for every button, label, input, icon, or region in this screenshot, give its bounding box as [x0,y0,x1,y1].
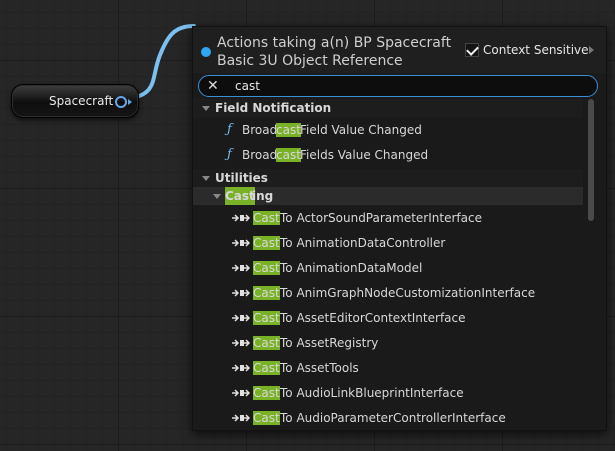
action-list: Field Notification ƒ Broad cast Field Value… [193,99,606,429]
list-item[interactable]: Cast To AssetTools [193,357,583,379]
list-item[interactable]: Cast To AnimationDataModel [193,257,583,279]
list-item[interactable]: ƒ Broad cast Fields Value Changed [193,144,583,166]
cast-node-icon [232,364,251,372]
cast-node-icon [232,214,251,222]
item-label: To AudioLinkBlueprintInterface [280,386,464,400]
subcategory-label: ing [252,189,274,203]
search-highlight: Cast [253,211,280,225]
menu-title-line-1: Actions taking a(n) BP Spacecraft [217,35,452,51]
expand-arrow-icon[interactable] [589,46,594,54]
menu-title-line-2: Basic 3U Object Reference [217,53,403,69]
action-menu: Actions taking a(n) BP Spacecraft Basic … [192,26,607,431]
collapse-arrow-icon[interactable] [213,194,221,199]
list-item[interactable]: Cast To AudioLinkBlueprintInterface [193,382,583,404]
item-label: To AnimationDataController [280,236,446,250]
cast-node-icon [232,289,251,297]
list-item[interactable]: Cast To AnimGraphNodeCustomizationInterf… [193,282,583,304]
item-label: To ActorSoundParameterInterface [280,211,482,225]
clear-search-icon[interactable]: ✕ [207,78,219,94]
search-highlight: cast [276,148,301,162]
search-highlight: Cast [253,386,280,400]
context-sensitive-checkbox[interactable] [465,43,479,57]
search-highlight: Cast [253,286,280,300]
item-label-prefix: Broad [242,123,278,137]
item-label-suffix: Fields Value Changed [300,148,429,162]
list-item[interactable]: Cast To AudioParameterControllerInterfac… [193,407,583,429]
search-highlight: cast [276,123,301,137]
category-row[interactable]: Utilities [193,169,583,187]
output-pin-icon[interactable] [115,96,127,108]
list-item[interactable]: Cast To ActorSoundParameterInterface [193,207,583,229]
node-label: Spacecraft [49,94,114,108]
item-label-prefix: Broad [242,148,278,162]
object-reference-icon [201,47,211,57]
spacecraft-variable-node[interactable]: Spacecraft [11,84,139,118]
search-highlight: Cast [253,311,280,325]
function-icon: ƒ [227,122,232,137]
search-highlight: Cast [253,236,280,250]
item-label-suffix: Field Value Changed [300,123,422,137]
menu-title: Actions taking a(n) BP Spacecraft Basic … [217,34,457,70]
item-label: To AssetEditorContextInterface [280,311,466,325]
context-sensitive-label: Context Sensitive [483,43,589,57]
search-highlight: Cast [253,336,280,350]
item-label: To AssetRegistry [280,336,379,350]
cast-node-icon [232,339,251,347]
cast-node-icon [232,239,251,247]
list-item[interactable]: Cast To AssetRegistry [193,332,583,354]
item-label: To AnimGraphNodeCustomizationInterface [280,286,536,300]
function-icon: ƒ [227,147,232,162]
menu-header: Actions taking a(n) BP Spacecraft Basic … [193,27,606,73]
search-highlight: Cast [225,187,255,205]
search-input[interactable] [235,78,565,94]
collapse-arrow-icon[interactable] [202,106,210,111]
list-item[interactable]: ƒ Broad cast Field Value Changed [193,119,583,141]
list-item[interactable]: Cast To AnimationDataController [193,232,583,254]
search-highlight: Cast [253,411,280,425]
list-item[interactable]: Cast To AssetEditorContextInterface [193,307,583,329]
subcategory-row[interactable]: Cast ing [193,187,583,205]
item-label: To AudioParameterControllerInterface [280,411,506,425]
search-highlight: Cast [253,361,280,375]
cast-node-icon [232,414,251,422]
item-label: To AnimationDataModel [280,261,423,275]
cast-node-icon [232,389,251,397]
cast-node-icon [232,264,251,272]
scrollbar[interactable] [588,99,594,221]
item-label: To AssetTools [280,361,359,375]
category-label: Field Notification [215,101,332,115]
cast-node-icon [232,314,251,322]
category-label: Utilities [215,171,268,185]
collapse-arrow-icon[interactable] [202,176,210,181]
pin-arrow-icon [128,99,132,105]
search-highlight: Cast [253,261,280,275]
checkmark-icon [466,43,479,56]
search-box[interactable]: ✕ [198,75,598,97]
category-row[interactable]: Field Notification [193,99,583,117]
